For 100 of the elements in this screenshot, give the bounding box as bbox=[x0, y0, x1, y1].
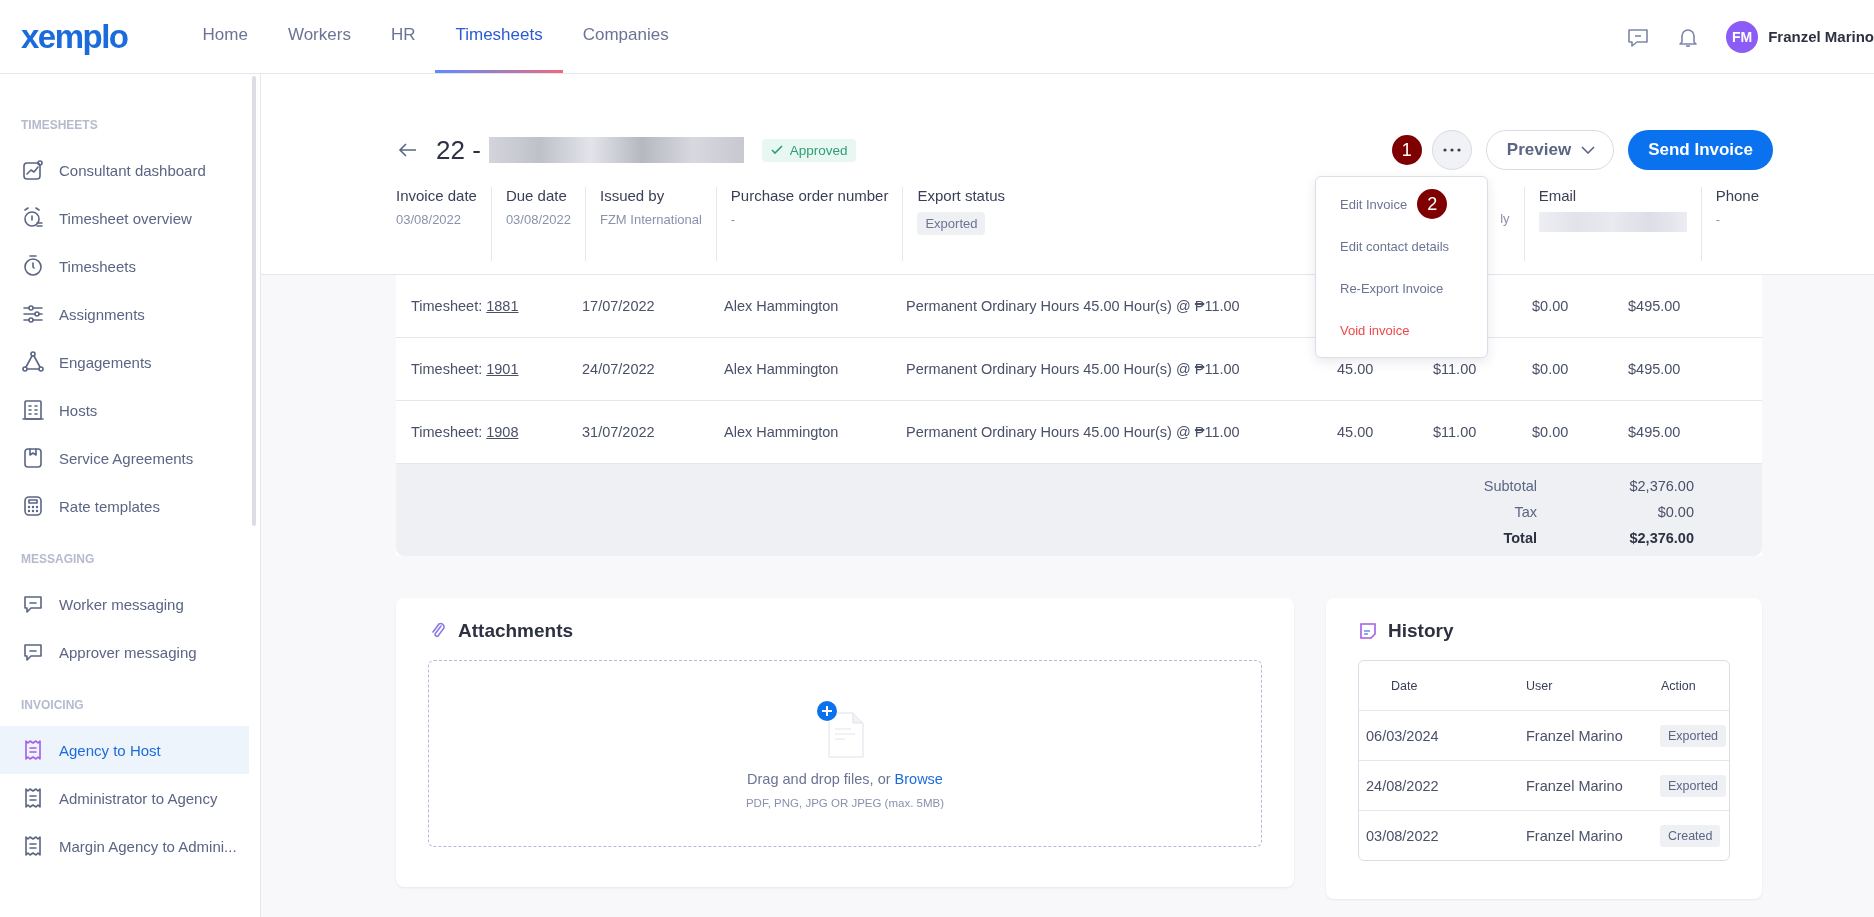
logo[interactable]: xemplo bbox=[21, 17, 128, 56]
stopwatch-icon bbox=[21, 254, 45, 278]
detail-value: 03/08/2022 bbox=[396, 212, 463, 227]
timesheet-cell-text: Timesheet: 1908 bbox=[411, 424, 520, 440]
column-header: Action bbox=[1661, 678, 1697, 693]
preview-button[interactable]: Preview bbox=[1485, 130, 1615, 170]
column-header: Date bbox=[1391, 678, 1419, 693]
detail-value: FZM International bbox=[599, 212, 702, 227]
chart-icon bbox=[21, 158, 45, 182]
sidebar-item[interactable]: Hosts bbox=[0, 386, 249, 434]
file-type-hint: PDF, PNG, JPG OR JPEG (max. 5MB) bbox=[745, 796, 945, 809]
user-cell-text: Franzel Marino bbox=[1526, 777, 1624, 794]
more-options-button[interactable] bbox=[1431, 130, 1472, 170]
nav-tab[interactable]: Home bbox=[182, 0, 268, 73]
action-tag: Exported bbox=[1660, 774, 1727, 797]
timesheet-cell-text: Timesheet: 1901 bbox=[411, 361, 520, 377]
total-label: Subtotal bbox=[1482, 478, 1538, 494]
drop-instructions: Drag and drop files, or Browse bbox=[747, 770, 943, 787]
action-tag: Exported bbox=[1660, 724, 1727, 747]
invoice-title: 22 - bbox=[436, 134, 481, 166]
tax-cell-text: $0.00 bbox=[1532, 298, 1570, 314]
folder-bookmark-icon bbox=[21, 446, 45, 470]
sidebar-item[interactable]: Agency to Host bbox=[0, 726, 249, 774]
column-header: User bbox=[1526, 678, 1554, 693]
user-cell-text: Franzel Marino bbox=[1526, 727, 1624, 744]
sidebar-item[interactable]: Administrator to Agency bbox=[0, 774, 249, 822]
send-invoice-button[interactable]: Send Invoice bbox=[1628, 130, 1773, 170]
menu-item[interactable]: Edit Invoice bbox=[1340, 196, 1408, 212]
amount-cell-text: $495.00 bbox=[1628, 424, 1682, 440]
description-cell-text: Permanent Ordinary Hours 45.00 Hour(s) @ ₱11.00 bbox=[906, 361, 1241, 377]
sliders-icon bbox=[21, 302, 45, 326]
step-badge: 2 bbox=[1417, 189, 1448, 219]
detail-label: Issued by bbox=[599, 187, 666, 204]
timesheet-link[interactable]: 1908 bbox=[486, 424, 519, 440]
rate-cell-text: $11.00 bbox=[1433, 424, 1478, 440]
tax-cell-text: $0.00 bbox=[1532, 424, 1570, 440]
total-value: $0.00 bbox=[1656, 504, 1694, 520]
detail-value: - bbox=[730, 212, 737, 227]
menu-item[interactable]: Re-Export Invoice bbox=[1340, 280, 1444, 296]
sidebar-item[interactable]: Consultant dashboard bbox=[0, 146, 249, 194]
nav-tab[interactable]: HR bbox=[370, 0, 436, 73]
sidebar-item[interactable]: Engagements bbox=[0, 338, 249, 386]
quantity-cell-text: 45.00 bbox=[1337, 424, 1375, 440]
file-drop-zone[interactable]: Drag and drop files, or Browse PDF, PNG, JPG OR JPEG (max. 5MB) bbox=[428, 660, 1262, 847]
nav-tab[interactable]: Companies bbox=[562, 0, 689, 73]
detail-label: Invoice date bbox=[396, 187, 477, 204]
menu-item[interactable]: Edit contact details bbox=[1340, 238, 1450, 254]
worker-cell-text: Alex Hammington bbox=[724, 361, 840, 377]
date-cell-text: 03/08/2022 bbox=[1366, 827, 1440, 844]
building-icon bbox=[21, 398, 45, 422]
step-badge: 1 bbox=[1391, 135, 1422, 165]
sidebar-item[interactable]: Assignments bbox=[0, 290, 249, 338]
sidebar-heading: MESSAGING bbox=[20, 552, 96, 566]
date-cell-text: 31/07/2022 bbox=[582, 424, 656, 440]
card-title: History bbox=[1388, 620, 1454, 642]
worker-cell-text: Alex Hammington bbox=[724, 298, 840, 314]
timesheet-link[interactable]: 1881 bbox=[486, 298, 519, 314]
rate-cell-text: $11.00 bbox=[1433, 361, 1478, 377]
chevron-down-icon bbox=[1581, 146, 1596, 154]
calculator-icon bbox=[21, 494, 45, 518]
export-status-tag: Exported bbox=[917, 212, 986, 235]
date-cell-text: 06/03/2024 bbox=[1366, 727, 1440, 744]
worker-cell-text: Alex Hammington bbox=[724, 424, 840, 440]
timesheet-cell-text: Timesheet: 1881 bbox=[411, 298, 520, 314]
nav-tab[interactable]: Workers bbox=[267, 0, 371, 73]
total-value: $2,376.00 bbox=[1628, 478, 1694, 494]
more-icon bbox=[1442, 148, 1461, 152]
menu-item[interactable]: Void invoice bbox=[1340, 322, 1410, 338]
browse-link[interactable]: Browse bbox=[894, 770, 943, 787]
user-cell-text: Franzel Marino bbox=[1526, 827, 1624, 844]
sidebar-item[interactable]: Margin Agency to Admini... bbox=[0, 822, 249, 870]
description-cell-text: Permanent Ordinary Hours 45.00 Hour(s) @ ₱11.00 bbox=[906, 298, 1241, 314]
check-icon bbox=[769, 143, 784, 157]
user-name[interactable]: Franzel Marino bbox=[1768, 28, 1874, 45]
tax-cell-text: $0.00 bbox=[1532, 361, 1570, 377]
date-cell-text: 17/07/2022 bbox=[582, 298, 656, 314]
user-avatar[interactable]: FM bbox=[1726, 20, 1759, 53]
total-label: Total bbox=[1502, 530, 1538, 546]
sidebar-item[interactable]: Approver messaging bbox=[0, 628, 249, 676]
sidebar-heading: TIMESHEETS bbox=[20, 118, 99, 132]
network-icon bbox=[21, 350, 45, 374]
detail-label: Email bbox=[1538, 187, 1578, 204]
detail-label: Phone bbox=[1715, 187, 1759, 204]
action-tag: Created bbox=[1660, 824, 1721, 847]
total-value: $2,376.00 bbox=[1628, 530, 1694, 546]
scrollbar[interactable] bbox=[252, 76, 256, 526]
sidebar-item[interactable]: Service Agreements bbox=[0, 434, 249, 482]
sidebar-item[interactable]: Timesheet overview bbox=[0, 194, 249, 242]
detail-value: - bbox=[1715, 212, 1721, 227]
detail-label: Export status bbox=[917, 187, 1005, 204]
document-icon bbox=[1358, 621, 1378, 641]
date-cell-text: 24/08/2022 bbox=[1366, 777, 1440, 794]
timesheet-link[interactable]: 1901 bbox=[486, 361, 519, 377]
detail-label: Due date bbox=[505, 187, 568, 204]
sidebar-item[interactable]: Timesheets bbox=[0, 242, 249, 290]
alarm-clock-icon bbox=[21, 206, 45, 230]
card-title: Attachments bbox=[458, 620, 574, 642]
sidebar-item[interactable]: Rate templates bbox=[0, 482, 249, 530]
sidebar-item[interactable]: Worker messaging bbox=[0, 580, 249, 628]
amount-cell-text: $495.00 bbox=[1628, 298, 1682, 314]
